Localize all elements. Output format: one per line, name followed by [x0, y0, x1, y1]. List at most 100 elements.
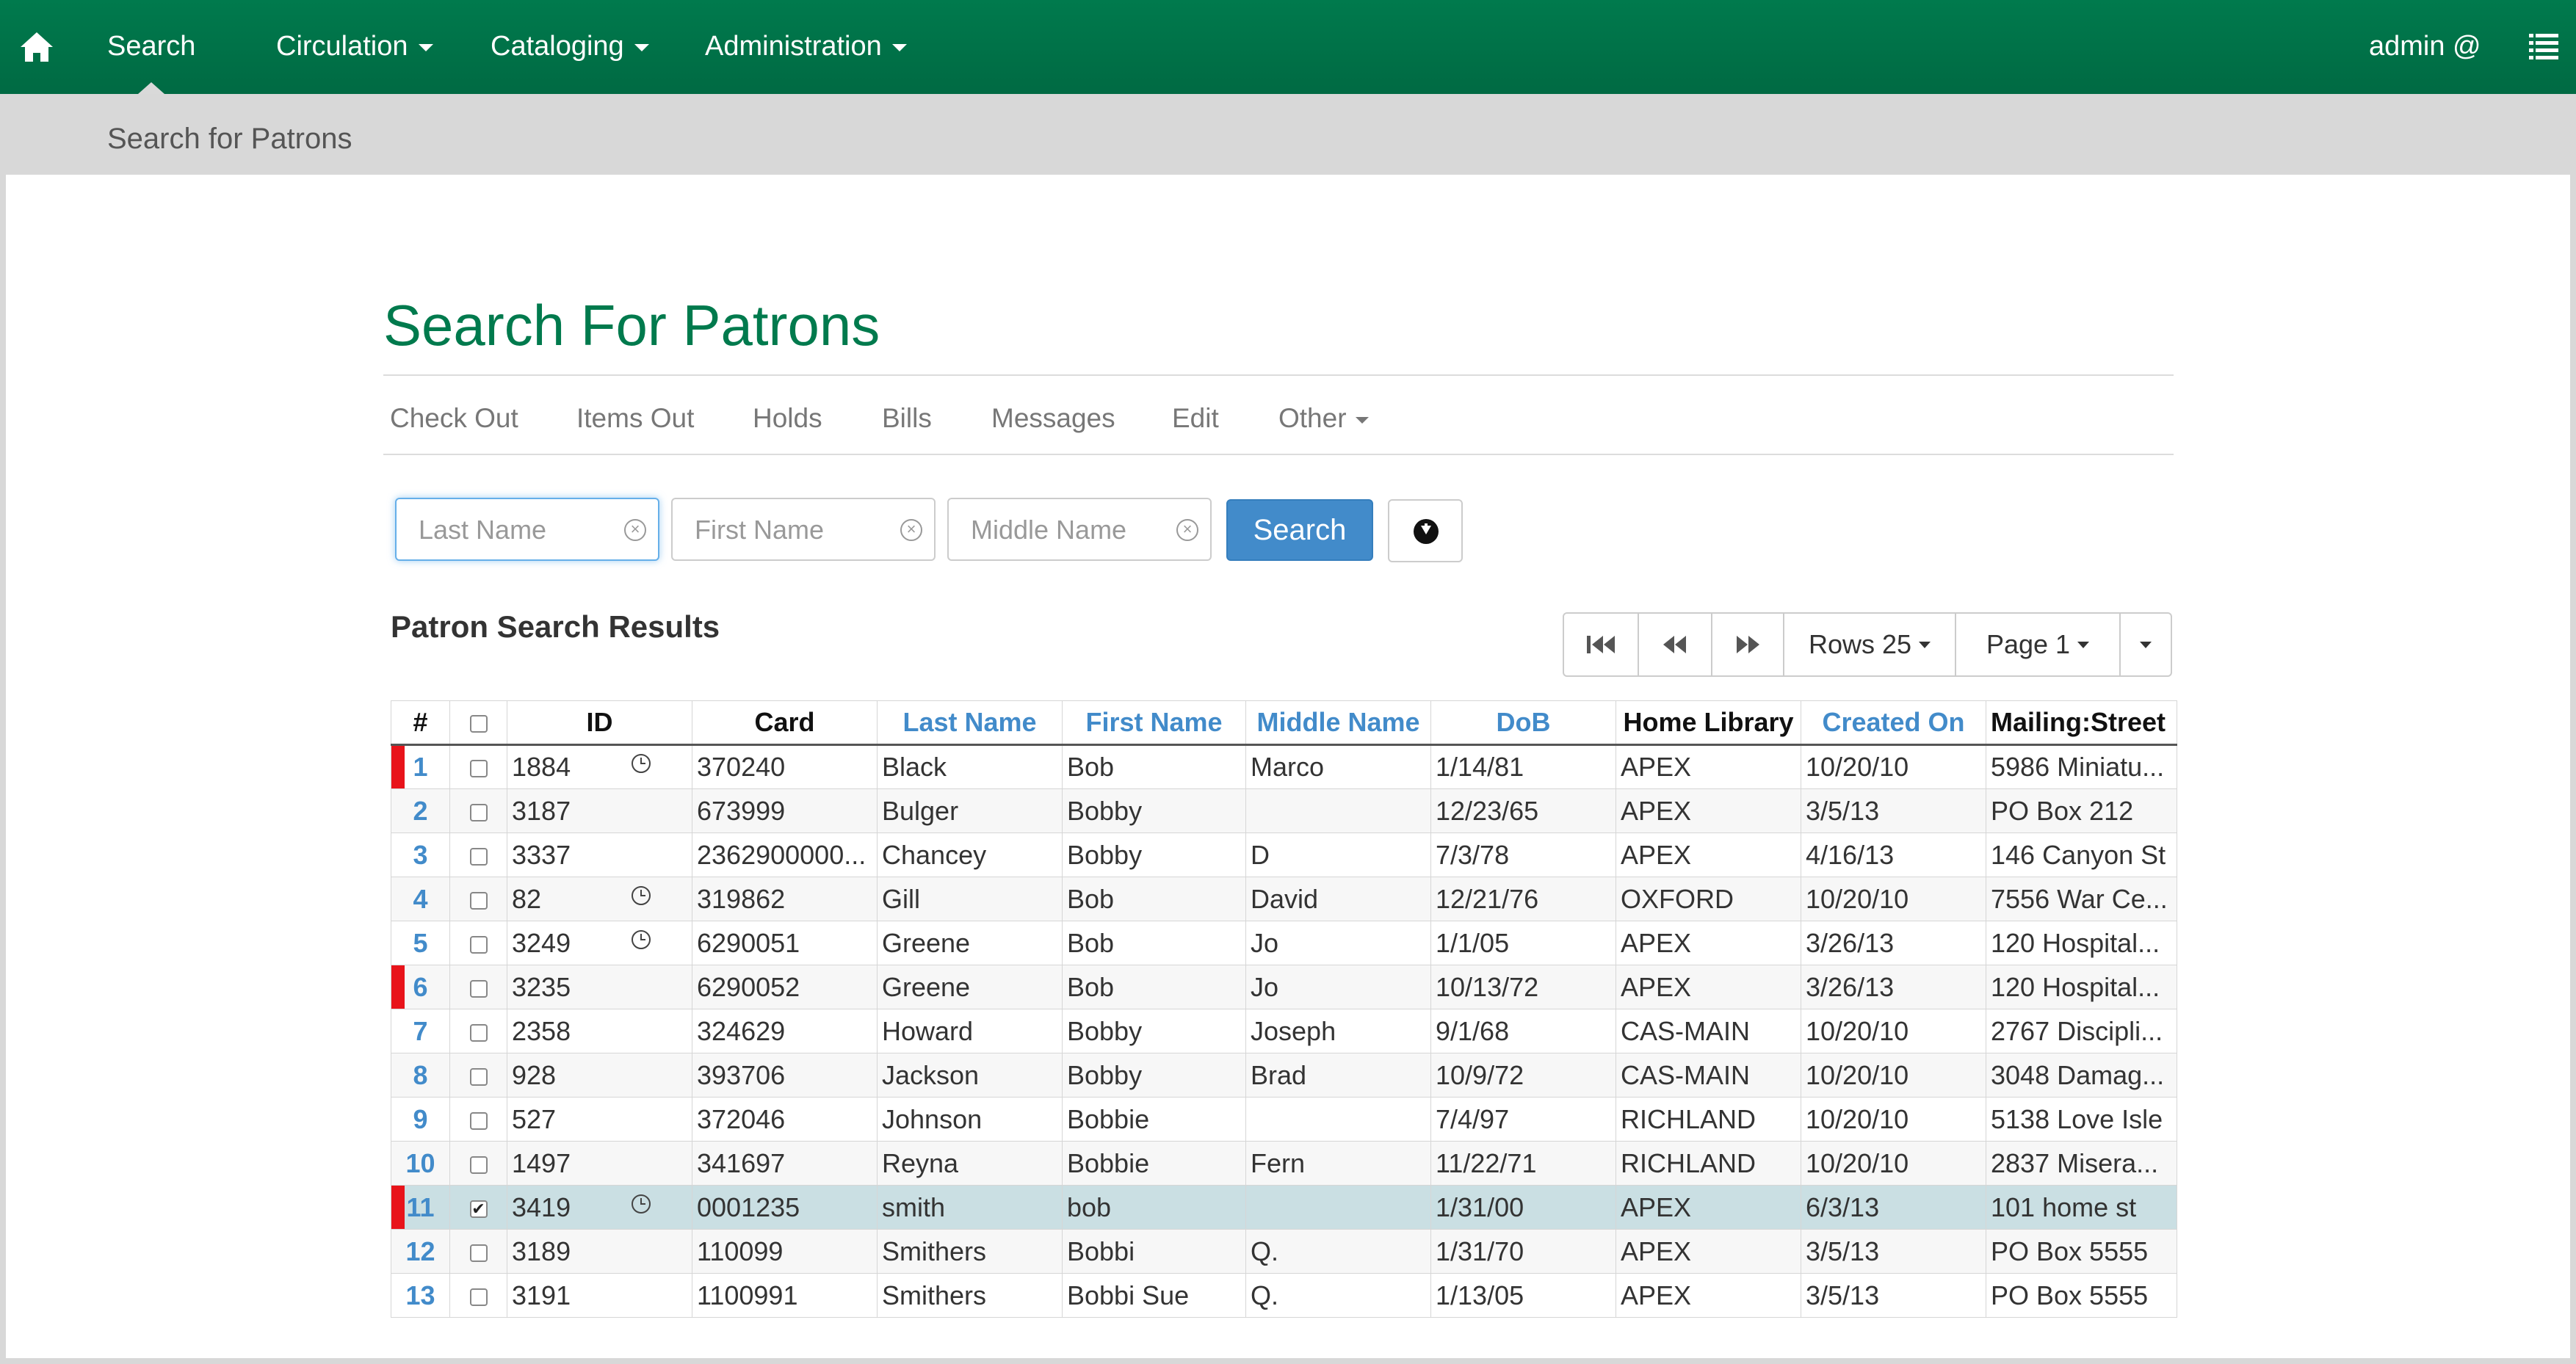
nav-administration[interactable]: Administration — [705, 0, 907, 94]
action-other[interactable]: Other — [1278, 382, 1369, 455]
row-select-cell[interactable] — [449, 1097, 507, 1142]
col-header-card[interactable]: Card — [692, 700, 878, 746]
table-row[interactable]: 13 3191 1100991 Smithers Bobbi Sue Q. 1/13/05 A… — [391, 1273, 2177, 1318]
middle-name-field[interactable]: × — [947, 498, 1212, 561]
row-checkbox[interactable] — [469, 803, 488, 821]
search-button[interactable]: Search — [1226, 499, 1373, 561]
previous-page-button[interactable] — [1639, 614, 1712, 675]
nav-cataloging[interactable]: Cataloging — [491, 0, 649, 94]
row-number-link[interactable]: 13 — [391, 1273, 450, 1318]
row-select-cell[interactable] — [449, 832, 507, 877]
table-row[interactable]: 11 ✔ 3419 0001235 smith bob 1/31/00 APEX 6/3/13 1… — [391, 1185, 2177, 1230]
table-row[interactable]: 1 1884 370240 Black Bob Marco 1/14/81 APEX 10/20… — [391, 744, 2177, 789]
row-number[interactable]: 13 — [405, 1280, 435, 1310]
table-row[interactable]: 9 527 372046 Johnson Bobbie 7/4/97 RICHLAND 10/… — [391, 1097, 2177, 1142]
row-select-cell[interactable] — [449, 744, 507, 789]
row-number-link[interactable]: 8 — [391, 1053, 450, 1098]
col-header-mailing-street[interactable]: Mailing:Street — [1986, 700, 2177, 746]
row-select-cell[interactable] — [449, 965, 507, 1009]
row-number[interactable]: 2 — [413, 796, 427, 826]
col-header-home-library[interactable]: Home Library — [1616, 700, 1801, 746]
next-page-button[interactable] — [1712, 614, 1784, 675]
row-select-cell[interactable]: ✔ — [449, 1185, 507, 1230]
action-messages[interactable]: Messages — [991, 382, 1115, 455]
row-select-cell[interactable] — [449, 877, 507, 921]
row-number-link[interactable]: 9 — [391, 1097, 450, 1142]
page-dropdown[interactable]: Page 1 — [1956, 614, 2121, 675]
row-number-link[interactable]: 4 — [391, 877, 450, 921]
row-number[interactable]: 10 — [405, 1148, 435, 1178]
first-name-field[interactable]: × — [671, 498, 936, 561]
clear-icon[interactable]: × — [624, 519, 646, 541]
row-number[interactable]: 8 — [413, 1060, 427, 1090]
row-checkbox[interactable] — [469, 1288, 488, 1306]
row-number[interactable]: 5 — [413, 928, 427, 958]
row-select-cell[interactable] — [449, 1053, 507, 1098]
col-header-middle-name[interactable]: Middle Name — [1245, 700, 1431, 746]
table-row[interactable]: 2 3187 673999 Bulger Bobby 12/23/65 APEX 3/5/13… — [391, 788, 2177, 833]
row-checkbox[interactable] — [469, 760, 488, 778]
row-checkbox[interactable] — [469, 1111, 488, 1130]
action-edit[interactable]: Edit — [1172, 382, 1219, 455]
row-checkbox[interactable] — [469, 979, 488, 998]
row-checkbox[interactable] — [469, 1156, 488, 1174]
row-checkbox[interactable] — [469, 1023, 488, 1042]
download-button[interactable] — [1388, 499, 1463, 562]
select-all-checkbox[interactable] — [469, 715, 488, 733]
more-options-dropdown[interactable] — [2121, 614, 2171, 675]
table-row[interactable]: 12 3189 110099 Smithers Bobbi Q. 1/31/70 APEX 3/… — [391, 1229, 2177, 1274]
table-row[interactable]: 5 3249 6290051 Greene Bob Jo 1/1/05 APEX 3/26/13… — [391, 921, 2177, 965]
row-number-link[interactable]: 10 — [391, 1141, 450, 1186]
row-number[interactable]: 1 — [413, 752, 427, 782]
col-header-first-name[interactable]: First Name — [1062, 700, 1246, 746]
table-row[interactable]: 8 928 393706 Jackson Bobby Brad 10/9/72 CAS-MAI… — [391, 1053, 2177, 1098]
row-checkbox[interactable]: ✔ — [469, 1200, 488, 1218]
row-number[interactable]: 11 — [406, 1192, 434, 1222]
row-number-link[interactable]: 12 — [391, 1229, 450, 1274]
row-select-cell[interactable] — [449, 1273, 507, 1318]
col-header-id[interactable]: ID — [507, 700, 692, 746]
row-select-cell[interactable] — [449, 1229, 507, 1274]
row-checkbox[interactable] — [469, 847, 488, 866]
row-number[interactable]: 3 — [413, 840, 427, 870]
row-number[interactable]: 6 — [413, 972, 427, 1002]
row-checkbox[interactable] — [469, 891, 488, 910]
table-row[interactable]: 3 3337 2362900000... Chancey Bobby D 7/3/78 APE… — [391, 832, 2177, 877]
hamburger-menu-icon[interactable] — [2529, 34, 2558, 60]
nav-search[interactable]: Search — [107, 0, 195, 94]
row-number-link[interactable]: 7 — [391, 1009, 450, 1053]
row-select-cell[interactable] — [449, 1009, 507, 1053]
table-row[interactable]: 6 3235 6290052 Greene Bob Jo 10/13/72 APEX 3/26/… — [391, 965, 2177, 1009]
row-number-link[interactable]: 6 — [391, 965, 450, 1009]
row-number-link[interactable]: 11 — [391, 1185, 450, 1230]
row-number[interactable]: 4 — [413, 884, 427, 914]
col-header-last-name[interactable]: Last Name — [877, 700, 1063, 746]
row-select-cell[interactable] — [449, 788, 507, 833]
col-header-select-all[interactable] — [449, 700, 507, 746]
home-icon[interactable] — [19, 31, 54, 63]
row-select-cell[interactable] — [449, 921, 507, 965]
row-checkbox[interactable] — [469, 1067, 488, 1086]
row-number[interactable]: 9 — [413, 1104, 427, 1134]
first-page-button[interactable] — [1564, 614, 1639, 675]
row-number[interactable]: 12 — [405, 1236, 435, 1266]
col-header-dob[interactable]: DoB — [1430, 700, 1616, 746]
nav-circulation[interactable]: Circulation — [276, 0, 433, 94]
first-name-input[interactable] — [693, 499, 887, 561]
action-holds[interactable]: Holds — [753, 382, 822, 455]
col-header-created-on[interactable]: Created On — [1801, 700, 1986, 746]
rows-per-page-dropdown[interactable]: Rows 25 — [1784, 614, 1956, 675]
last-name-input[interactable] — [417, 499, 611, 561]
row-checkbox[interactable] — [469, 935, 488, 954]
row-number-link[interactable]: 1 — [391, 744, 450, 789]
table-row[interactable]: 7 2358 324629 Howard Bobby Joseph 9/1/68 CAS-MA… — [391, 1009, 2177, 1053]
action-items-out[interactable]: Items Out — [576, 382, 694, 455]
table-row[interactable]: 4 82 319862 Gill Bob David 12/21/76 OXFORD 10/20… — [391, 877, 2177, 921]
user-menu[interactable]: admin @ — [2369, 0, 2481, 94]
clear-icon[interactable]: × — [1176, 519, 1198, 541]
row-checkbox[interactable] — [469, 1244, 488, 1262]
action-check-out[interactable]: Check Out — [390, 382, 518, 455]
middle-name-input[interactable] — [969, 499, 1163, 561]
row-select-cell[interactable] — [449, 1141, 507, 1186]
table-row[interactable]: 10 1497 341697 Reyna Bobbie Fern 11/22/71 RICHL… — [391, 1141, 2177, 1186]
